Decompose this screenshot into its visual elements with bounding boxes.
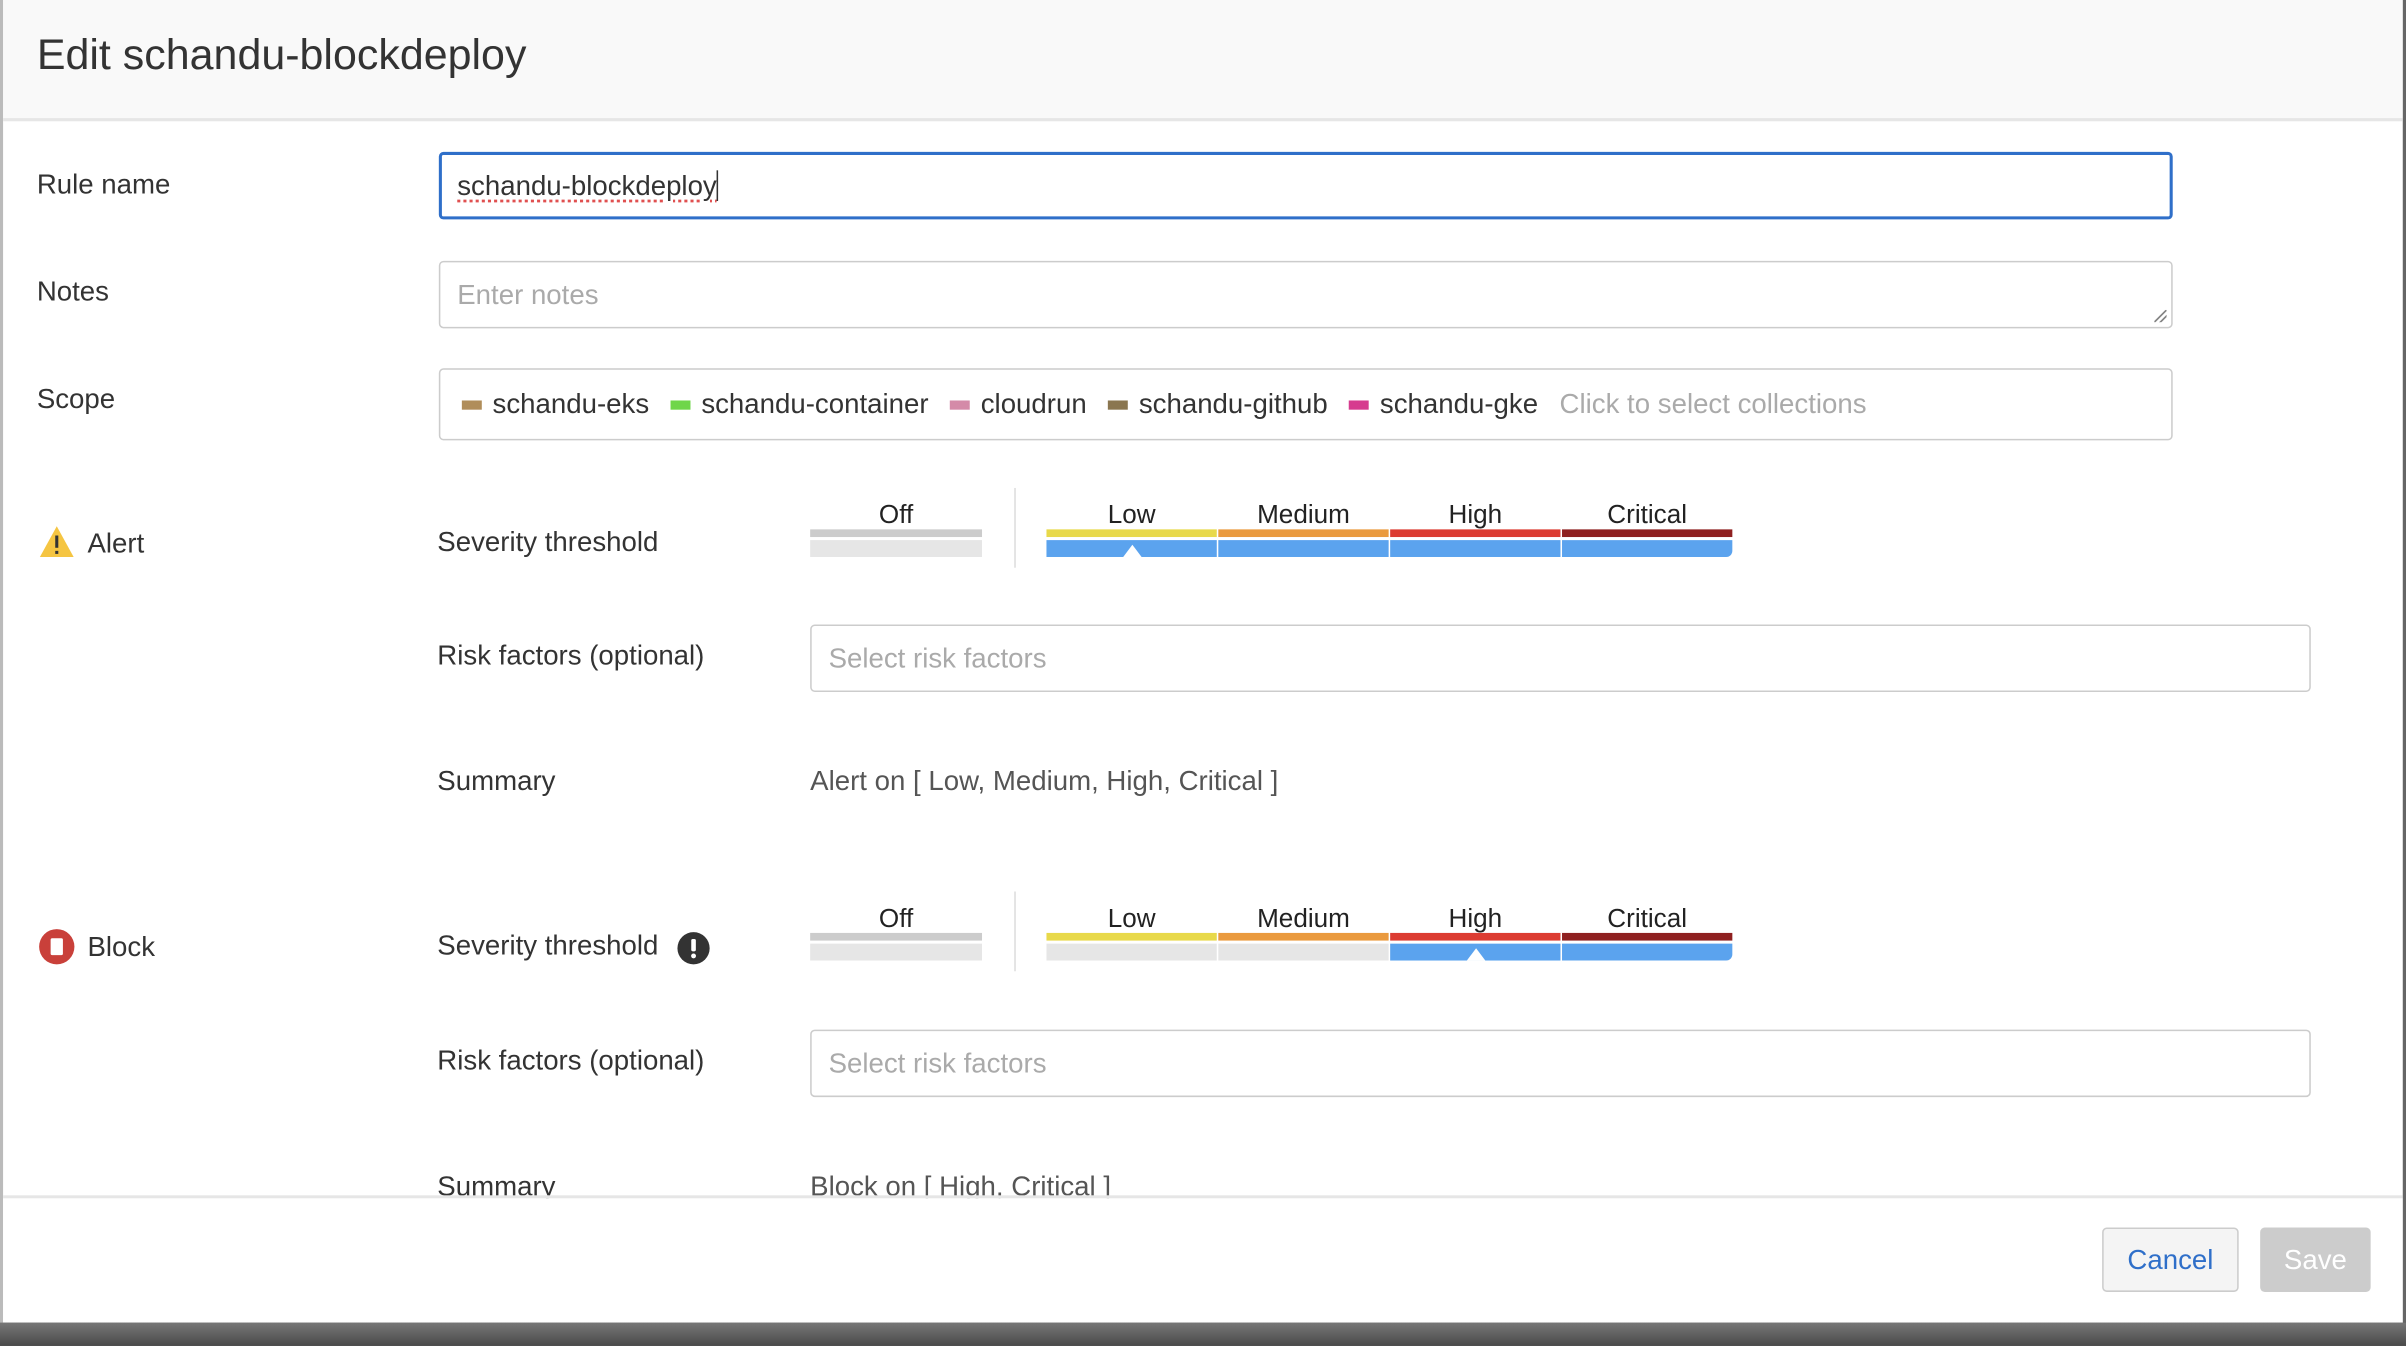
alert-risk-label: Risk factors (optional): [437, 639, 705, 671]
alert-severity-slider[interactable]: Off Low Medium High Critical: [810, 487, 1735, 586]
block-severity-slider[interactable]: Off Low Medium High Critical: [810, 891, 1735, 990]
alert-summary: Alert on [ Low, Medium, High, Critical ]: [810, 765, 1279, 797]
severity-color-bar: [1390, 932, 1561, 941]
block-severity-label: Severity threshold: [437, 929, 659, 961]
scope-collection-chip[interactable]: schandu-container: [670, 388, 929, 420]
threshold-marker-icon[interactable]: [1122, 544, 1141, 557]
severity-fill-bar: [1046, 943, 1217, 961]
severity-option-medium[interactable]: Medium: [1218, 898, 1389, 990]
block-risk-factors-select[interactable]: Select risk factors: [810, 1029, 2311, 1098]
severity-option-label: Off: [878, 500, 914, 530]
alert-risk-placeholder: Select risk factors: [828, 642, 1047, 673]
resize-handle-icon[interactable]: [2154, 309, 2167, 323]
severity-color-bar: [810, 529, 983, 538]
severity-option-label: High: [1448, 500, 1503, 530]
severity-option-label: Critical: [1607, 500, 1688, 530]
severity-divider: [1014, 891, 1016, 972]
severity-fill-bar: [1562, 540, 1733, 557]
severity-fill-bar: [1562, 943, 1733, 961]
severity-color-bar: [1562, 932, 1733, 941]
severity-fill-bar: [1218, 943, 1389, 961]
collection-name: schandu-container: [701, 388, 929, 419]
severity-option-label: Medium: [1257, 903, 1350, 933]
stop-icon: [38, 928, 75, 965]
edit-rule-modal: Edit schandu-blockdeploy Rule name schan…: [0, 0, 2403, 1323]
severity-color-bar: [810, 932, 983, 941]
collection-name: schandu-gke: [1379, 388, 1539, 419]
collection-color-swatch: [461, 399, 482, 409]
alert-summary-label: Summary: [437, 765, 556, 797]
alert-risk-factors-select[interactable]: Select risk factors: [810, 624, 2311, 693]
severity-color-bar: [1218, 932, 1389, 941]
severity-color-bar: [1390, 529, 1561, 538]
info-exclamation-icon[interactable]: [677, 931, 711, 965]
block-label: Block: [87, 931, 155, 963]
severity-option-medium[interactable]: Medium: [1218, 494, 1389, 586]
modal-footer: [3, 1198, 2403, 1323]
collection-color-swatch: [670, 399, 691, 409]
text-caret: [716, 170, 719, 202]
block-risk-label: Risk factors (optional): [437, 1044, 705, 1076]
scope-collections-select[interactable]: schandu-eks schandu-container cloudrun scha…: [438, 368, 2173, 441]
severity-option-off[interactable]: Off: [810, 494, 983, 586]
collection-name: schandu-eks: [492, 388, 650, 419]
scope-placeholder: Click to select collections: [1559, 388, 1867, 419]
backdrop: [2402, 0, 2406, 1323]
severity-option-high[interactable]: High: [1390, 898, 1561, 990]
threshold-marker-icon[interactable]: [1466, 948, 1485, 961]
alert-label: Alert: [87, 527, 145, 559]
collection-name: schandu-github: [1138, 388, 1328, 419]
severity-option-off[interactable]: Off: [810, 898, 983, 990]
modal-header: Edit schandu-blockdeploy: [3, 0, 2403, 122]
severity-option-label: Off: [878, 903, 914, 933]
severity-fill-bar: [1218, 540, 1389, 557]
save-button[interactable]: Save: [2260, 1227, 2371, 1292]
severity-option-high[interactable]: High: [1390, 494, 1561, 586]
scope-label: Scope: [36, 383, 116, 415]
block-risk-placeholder: Select risk factors: [828, 1047, 1047, 1078]
collection-name: cloudrun: [980, 388, 1087, 419]
notes-label: Notes: [36, 276, 109, 307]
severity-option-low[interactable]: Low: [1046, 898, 1217, 990]
severity-option-label: High: [1448, 903, 1503, 933]
collection-color-swatch: [950, 399, 971, 409]
severity-option-label: Low: [1107, 500, 1156, 530]
severity-option-label: Low: [1107, 903, 1156, 933]
scope-collection-chip[interactable]: schandu-eks: [461, 388, 650, 420]
notes-placeholder: Enter notes: [457, 278, 599, 310]
collection-color-swatch: [1349, 399, 1370, 409]
severity-divider: [1014, 487, 1016, 568]
rule-name-value: schandu-blockdeploy: [457, 169, 717, 201]
severity-option-critical[interactable]: Critical: [1562, 494, 1733, 586]
backdrop: [0, 1322, 2406, 1346]
severity-color-bar: [1218, 529, 1389, 538]
collection-color-swatch: [1108, 399, 1129, 409]
severity-color-bar: [1046, 529, 1217, 538]
scope-collection-chip[interactable]: cloudrun: [950, 388, 1087, 420]
cancel-button[interactable]: Cancel: [2102, 1227, 2239, 1292]
severity-option-label: Critical: [1607, 903, 1688, 933]
scope-collection-chip[interactable]: schandu-github: [1108, 388, 1328, 420]
rule-name-input[interactable]: schandu-blockdeploy: [438, 151, 2173, 220]
severity-fill-bar: [810, 540, 983, 557]
severity-option-label: Medium: [1257, 500, 1350, 530]
rule-name-label: Rule name: [36, 168, 171, 200]
severity-option-critical[interactable]: Critical: [1562, 898, 1733, 990]
severity-option-low[interactable]: Low: [1046, 494, 1217, 586]
severity-color-bar: [1046, 932, 1217, 941]
severity-fill-bar: [1390, 540, 1561, 557]
severity-color-bar: [1562, 529, 1733, 538]
warning-icon: [38, 525, 75, 559]
severity-fill-bar: [810, 943, 983, 961]
scope-collection-chip[interactable]: schandu-gke: [1349, 388, 1538, 420]
modal-title: Edit schandu-blockdeploy: [36, 30, 527, 79]
notes-textarea[interactable]: Enter notes: [438, 260, 2173, 329]
alert-severity-label: Severity threshold: [437, 526, 659, 557]
